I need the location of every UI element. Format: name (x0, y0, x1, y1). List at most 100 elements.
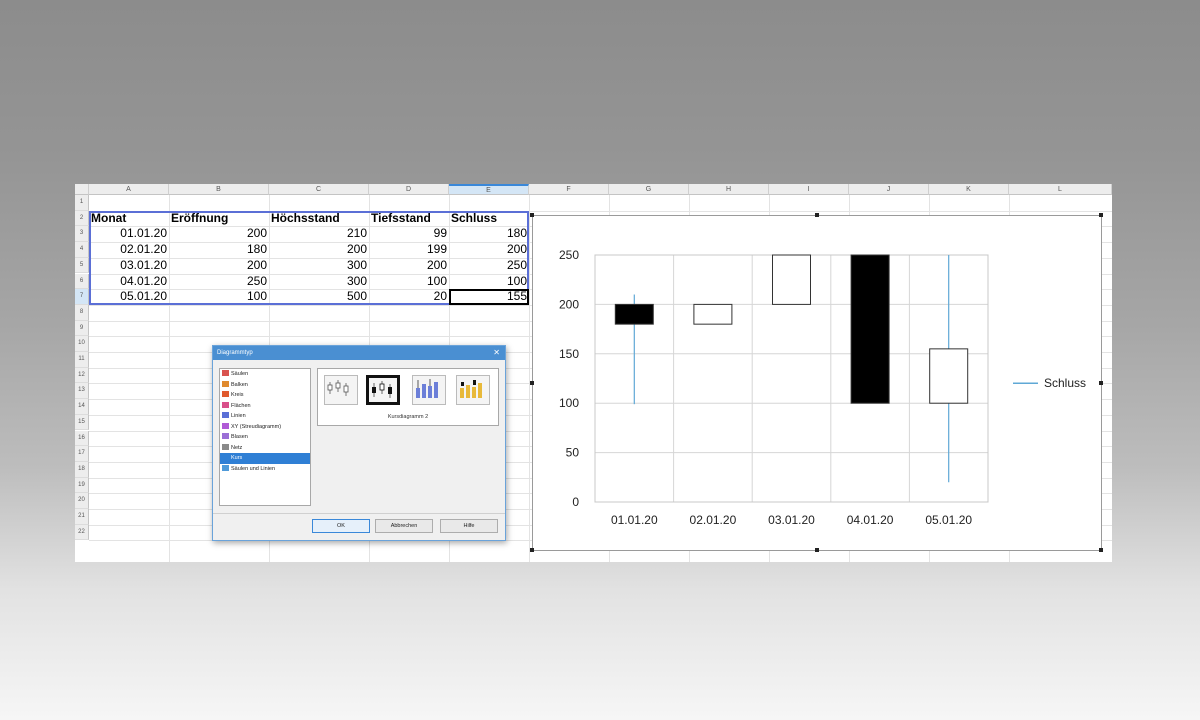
chart-type-item[interactable]: Säulen (220, 369, 310, 380)
table-cell[interactable]: 100 (169, 289, 269, 305)
row-header-22[interactable]: 22 (75, 524, 89, 541)
row-header-6[interactable]: 6 (75, 273, 89, 290)
active-cell[interactable] (449, 289, 529, 305)
resize-handle[interactable] (530, 380, 534, 385)
row-header-12[interactable]: 12 (75, 367, 89, 384)
chart-type-dialog[interactable]: Diagrammtyp ✕ Säulen Balken Kreis Flächen Li… (212, 345, 506, 541)
table-cell[interactable]: 03.01.20 (89, 258, 169, 274)
stock-volume-chart-icon (416, 379, 438, 398)
table-header-cell[interactable]: Eröffnung (169, 211, 269, 227)
chart-type-label: Balken (231, 381, 248, 388)
row-header-8[interactable]: 8 (75, 304, 89, 321)
row-header-1[interactable]: 1 (75, 195, 89, 211)
column-header-f[interactable]: F (529, 184, 609, 195)
table-cell[interactable]: 500 (269, 289, 369, 305)
table-header-cell[interactable]: Tiefsstand (369, 211, 449, 227)
table-cell[interactable]: 300 (269, 258, 369, 274)
column-header-b[interactable]: B (169, 184, 269, 195)
row-header-4[interactable]: 4 (75, 242, 89, 258)
row-header-5[interactable]: 5 (75, 257, 89, 274)
table-cell[interactable]: 250 (449, 258, 529, 274)
variant-stock-4[interactable] (456, 375, 490, 405)
chart-type-label: Kreis (231, 392, 244, 398)
column-header-e[interactable]: E (449, 184, 529, 195)
table-cell[interactable]: 200 (169, 258, 269, 274)
chart-type-item[interactable]: Kreis (220, 390, 310, 401)
resize-handle[interactable] (1099, 548, 1103, 552)
table-header-cell[interactable]: Schluss (449, 211, 529, 227)
table-cell[interactable]: 02.01.20 (89, 242, 169, 258)
row-header-18[interactable]: 18 (75, 461, 89, 478)
column-header-h[interactable]: H (689, 184, 769, 195)
column-header-i[interactable]: I (769, 184, 849, 195)
row-header-13[interactable]: 13 (75, 383, 89, 400)
row-header-3[interactable]: 3 (75, 226, 89, 243)
chart-type-item[interactable]: Blasen (220, 432, 310, 443)
table-cell[interactable]: 20 (369, 289, 449, 305)
table-cell[interactable]: 200 (369, 258, 449, 274)
chart-type-item[interactable]: Flächen (220, 401, 310, 412)
resize-handle[interactable] (1099, 213, 1103, 217)
help-button[interactable]: Hilfe (440, 519, 498, 533)
table-cell[interactable]: 250 (169, 274, 269, 290)
variant-stock-3[interactable] (412, 375, 446, 405)
spreadsheet[interactable]: ABCDEFGHIJKL 1 2 3 4 5 6 7 8 9 10 11 12 13 14 15 16 17 18… (75, 184, 1112, 562)
table-cell[interactable]: 210 (269, 226, 369, 242)
variant-stock-2[interactable] (366, 375, 400, 405)
resize-handle[interactable] (530, 213, 534, 217)
chart-type-item[interactable]: Kurs (220, 453, 310, 464)
table-cell[interactable]: 100 (449, 274, 529, 290)
row-header-17[interactable]: 17 (75, 446, 89, 462)
variant-stock-1[interactable] (324, 375, 358, 405)
chart-type-item[interactable]: XY (Streudiagramm) (220, 422, 310, 433)
stock-chart[interactable]: 0 50 100 150 200 250 01.01.20 02.01.20 03.01.20 0… (532, 215, 1102, 551)
chart-type-list[interactable]: Säulen Balken Kreis Flächen Linien XY (Streud… (219, 368, 311, 506)
row-header-14[interactable]: 14 (75, 399, 89, 415)
table-cell[interactable]: 99 (369, 226, 449, 242)
column-header-l[interactable]: L (1009, 184, 1112, 195)
ok-button[interactable]: OK (312, 519, 370, 533)
column-header-c[interactable]: C (269, 184, 369, 195)
row-header-20[interactable]: 20 (75, 493, 89, 509)
column-header-g[interactable]: G (609, 184, 689, 195)
table-cell[interactable]: 300 (269, 274, 369, 290)
row-header-15[interactable]: 15 (75, 414, 89, 431)
chart-type-item[interactable]: Balken (220, 380, 310, 391)
resize-handle[interactable] (814, 213, 819, 217)
chart-type-item[interactable]: Netz (220, 443, 310, 454)
row-header-7[interactable]: 7 (75, 289, 89, 305)
table-cell[interactable]: 200 (169, 226, 269, 242)
row-header-16[interactable]: 16 (75, 430, 89, 447)
select-all-corner[interactable] (75, 184, 89, 195)
chart-type-icon (222, 380, 229, 387)
cancel-button[interactable]: Abbrechen (375, 519, 433, 533)
row-header-10[interactable]: 10 (75, 336, 89, 352)
table-cell[interactable]: 199 (369, 242, 449, 258)
table-cell[interactable]: 200 (269, 242, 369, 258)
table-header-cell[interactable]: Höchsstand (269, 211, 369, 227)
column-header-j[interactable]: J (849, 184, 929, 195)
table-cell[interactable]: 180 (169, 242, 269, 258)
row-header-2[interactable]: 2 (75, 210, 89, 227)
table-cell[interactable]: 100 (369, 274, 449, 290)
row-header-19[interactable]: 19 (75, 477, 89, 494)
resize-handle[interactable] (814, 548, 819, 552)
column-header-d[interactable]: D (369, 184, 449, 195)
table-header-cell[interactable]: Monat (89, 211, 169, 227)
table-cell[interactable]: 04.01.20 (89, 274, 169, 290)
column-header-k[interactable]: K (929, 184, 1009, 195)
table-cell[interactable]: 200 (449, 242, 529, 258)
resize-handle[interactable] (1099, 380, 1103, 385)
row-header-21[interactable]: 21 (75, 509, 89, 525)
row-header-9[interactable]: 9 (75, 320, 89, 337)
chart-type-item[interactable]: Linien (220, 411, 310, 422)
chart-type-item[interactable]: Säulen und Linien (220, 464, 310, 475)
resize-handle[interactable] (530, 548, 534, 552)
row-header-11[interactable]: 11 (75, 352, 89, 368)
chart-variant-panel[interactable]: Kursdiagramm 2 (317, 368, 499, 426)
close-icon[interactable]: ✕ (493, 346, 500, 360)
column-header-a[interactable]: A (89, 184, 169, 195)
table-cell[interactable]: 180 (449, 226, 529, 242)
table-cell[interactable]: 05.01.20 (89, 289, 169, 305)
table-cell[interactable]: 01.01.20 (89, 226, 169, 242)
